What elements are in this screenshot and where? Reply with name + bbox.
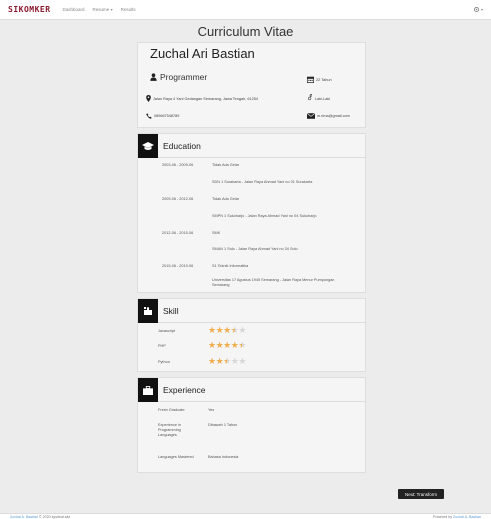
skill-name: PHP xyxy=(158,344,166,348)
profile-email: m.rima@gmail.com xyxy=(307,113,350,119)
exp-label: Languages Mastered xyxy=(158,455,194,459)
experience-title: Experience xyxy=(163,385,206,395)
profile-gender: ⚦ Laki-Laki xyxy=(307,95,330,102)
education-header: Education xyxy=(138,134,365,158)
footer: Zuchal A. Bastian © 2020 sysdeal.site Po… xyxy=(0,513,491,519)
profile-name: Zuchal Ari Bastian xyxy=(150,46,255,61)
nav-resume-label: Resume xyxy=(92,7,110,12)
next-transform-button[interactable]: Next: Transform xyxy=(398,489,444,499)
phone-icon xyxy=(146,113,152,119)
star-icon: ★ xyxy=(208,356,216,366)
profile-age: 22 Tahun xyxy=(307,76,332,83)
gear-icon xyxy=(473,6,480,13)
skill-title: Skill xyxy=(163,306,179,316)
star-icon: ★ xyxy=(223,340,231,350)
footer-powered: Powered by xyxy=(433,514,453,519)
exp-label: Fresh Graduate xyxy=(158,408,185,412)
star-icon: ★ xyxy=(208,340,216,350)
edu-period: 2003-06 - 2009-06 xyxy=(162,163,194,167)
exp-value: Dibawah 1 Tahun xyxy=(208,423,238,427)
nav-dashboard[interactable]: Dashboard xyxy=(63,7,85,12)
edu-school: SMPN 1 Sukoharjo - Jalan Raya Ahmad Yani… xyxy=(212,214,317,218)
brand-logo[interactable]: SIKOMKER xyxy=(8,5,51,14)
exp-value: Yes xyxy=(208,408,215,412)
profile-role-label: Programmer xyxy=(160,72,208,82)
gender-icon: ⚦ xyxy=(307,95,313,102)
profile-gender-value: Laki-Laki xyxy=(314,96,331,101)
skill-rating: ★★★★★ xyxy=(208,341,246,350)
skill-rating: ★★★★★ xyxy=(208,326,246,335)
footer-copyright: © 2020 sysdeal.site xyxy=(38,514,71,519)
edu-school: SMAN 1 Solo - Jalan Raya Ahmad Yani no 3… xyxy=(212,247,298,251)
skill-name: Javascript xyxy=(158,329,176,333)
edu-period: 2015-06 - 2019-06 xyxy=(162,264,194,268)
chevron-down-icon: ▾ xyxy=(110,7,113,12)
experience-section: Experience Fresh Graduate Yes Experience… xyxy=(137,377,366,473)
skill-name: Python xyxy=(158,360,170,364)
profile-address: Jalan Raya 4 Yani Gedangan Semarang, Jaw… xyxy=(146,95,258,102)
education-section: Education 2003-06 - 2009-06 Tidak Ada Ge… xyxy=(137,133,366,293)
nav-resume[interactable]: Resume ▾ xyxy=(93,7,113,12)
star-icon: ★ xyxy=(208,325,216,335)
edu-period: 2012-06 - 2015-06 xyxy=(162,231,194,235)
edu-school: SDN 1 Surakarta - Jalan Raya Ahmad Yani … xyxy=(212,180,313,184)
profile-card: Zuchal Ari Bastian Programmer 22 Tahun J… xyxy=(137,42,366,128)
chevron-down-icon: ▾ xyxy=(480,7,483,12)
user-tie-icon xyxy=(150,73,157,81)
edu-period: 2009-06 - 2012-06 xyxy=(162,197,194,201)
profile-email-value: m.rima@gmail.com xyxy=(317,114,350,118)
experience-header: Experience xyxy=(138,378,365,402)
profile-address-value: Jalan Raya 4 Yani Gedangan Semarang, Jaw… xyxy=(153,96,258,101)
profile-age-value: 22 Tahun xyxy=(316,77,332,82)
exp-value: Bahasa Indonesia xyxy=(208,455,239,459)
star-icon: ★ xyxy=(223,356,231,366)
calendar-icon xyxy=(307,76,314,83)
navbar: SIKOMKER Dashboard Resume ▾ Results ▾ xyxy=(0,0,491,20)
star-icon: ★ xyxy=(238,325,246,335)
star-icon: ★ xyxy=(238,356,246,366)
envelope-icon xyxy=(307,113,315,119)
profile-phone-value: 089667548789 xyxy=(154,114,180,118)
profile-phone: 089667548789 xyxy=(146,113,179,119)
star-icon: ★ xyxy=(238,340,246,350)
edu-level: SMK xyxy=(212,231,221,235)
profile-role: Programmer xyxy=(150,72,207,82)
user-menu[interactable]: ▾ xyxy=(473,6,483,13)
edu-level: Tidak Ada Gelar xyxy=(212,163,240,167)
footer-left: Zuchal A. Bastian © 2020 sysdeal.site xyxy=(10,515,70,519)
footer-powered-link[interactable]: Zuchal A. Bastian xyxy=(453,515,481,519)
education-title: Education xyxy=(163,141,201,151)
edu-school: Universitas 17 Agustus 1945 Semarang - J… xyxy=(212,278,335,287)
page-title: Curriculum Vitae xyxy=(197,24,294,39)
skill-rating: ★★★★★ xyxy=(208,357,246,366)
puzzle-icon xyxy=(138,299,158,323)
skill-section: Skill Javascript ★★★★★ PHP ★★★★★ Python … xyxy=(137,298,366,372)
skill-header: Skill xyxy=(138,299,365,323)
footer-right: Powered by Zuchal A. Bastian xyxy=(433,515,481,519)
briefcase-icon xyxy=(138,378,158,402)
edu-level: S1 Teknik Informatika xyxy=(212,264,249,268)
edu-level: Tidak Ada Gelar xyxy=(212,197,240,201)
footer-author-link[interactable]: Zuchal A. Bastian xyxy=(10,515,38,519)
map-marker-icon xyxy=(146,95,151,102)
graduation-cap-icon xyxy=(138,134,158,158)
nav-results[interactable]: Results xyxy=(121,7,136,12)
star-icon: ★ xyxy=(223,325,231,335)
exp-label: Experience in Programming Languages xyxy=(158,423,182,437)
